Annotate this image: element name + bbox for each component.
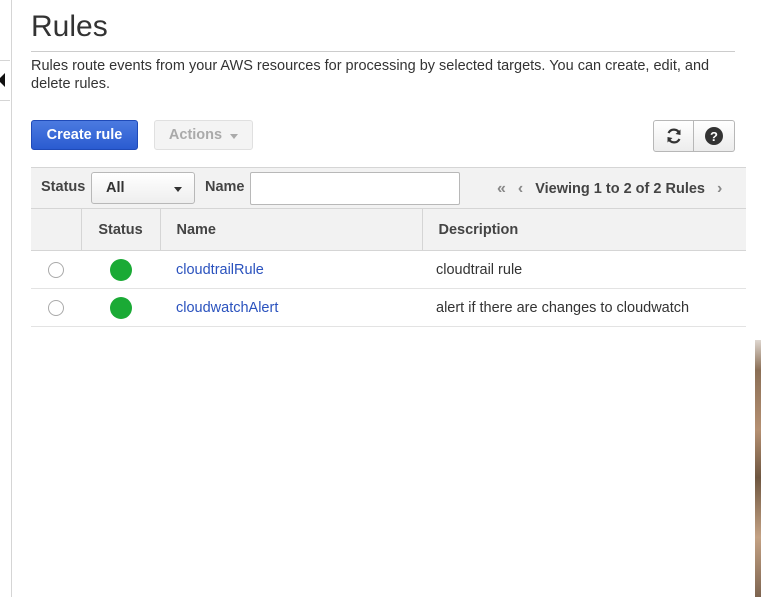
- row-select-radio[interactable]: [48, 299, 64, 316]
- help-button[interactable]: ?: [694, 120, 735, 152]
- filter-bar: Status All Name « ‹ Viewing 1 to 2 of 2 …: [31, 167, 746, 209]
- refresh-button[interactable]: [653, 120, 694, 152]
- pagination: « ‹ Viewing 1 to 2 of 2 Rules ›: [497, 179, 722, 199]
- table-row[interactable]: cloudwatchAlert alert if there are chang…: [31, 288, 746, 327]
- page-title: Rules: [31, 10, 108, 43]
- status-filter-select[interactable]: All: [91, 172, 195, 204]
- rule-name-link[interactable]: cloudwatchAlert: [176, 300, 278, 316]
- background-edge: [755, 0, 761, 597]
- pager-status-text: Viewing 1 to 2 of 2 Rules: [535, 181, 705, 197]
- name-filter-label: Name: [205, 179, 245, 195]
- rule-name-link[interactable]: cloudtrailRule: [176, 262, 264, 278]
- collapse-sidebar-icon[interactable]: [0, 73, 5, 87]
- create-rule-button[interactable]: Create rule: [31, 120, 138, 150]
- previous-page-icon[interactable]: ‹: [518, 180, 523, 198]
- first-page-icon[interactable]: «: [497, 180, 506, 198]
- title-divider: [31, 51, 735, 52]
- column-header-status[interactable]: Status: [81, 209, 161, 251]
- nav-rail-segment: [0, 0, 10, 61]
- caret-down-icon: [230, 133, 239, 139]
- status-enabled-icon: [109, 296, 132, 319]
- column-header-description[interactable]: Description: [422, 209, 746, 251]
- column-header-select: [31, 209, 82, 251]
- status-filter-label: Status: [41, 179, 86, 195]
- page-description: Rules route events from your AWS resourc…: [31, 58, 710, 92]
- actions-label: Actions: [168, 127, 223, 143]
- status-filter-value: All: [106, 180, 125, 196]
- rule-description: alert if there are changes to cloudwatch: [422, 288, 746, 327]
- column-header-name[interactable]: Name: [160, 209, 423, 251]
- table-header-row: Status Name Description: [31, 209, 746, 251]
- utility-button-group: ?: [653, 120, 735, 152]
- nav-rail-divider: [0, 100, 10, 101]
- row-select-radio[interactable]: [48, 261, 64, 278]
- name-filter-input[interactable]: [250, 172, 460, 205]
- status-enabled-icon: [109, 258, 132, 281]
- rules-table: Status Name Description cloudtrailRule c…: [31, 209, 746, 327]
- table-row[interactable]: cloudtrailRule cloudtrail rule: [31, 250, 746, 289]
- rule-description: cloudtrail rule: [422, 250, 746, 289]
- refresh-icon: [666, 128, 681, 144]
- next-page-icon[interactable]: ›: [717, 180, 722, 198]
- chevron-down-icon: [174, 187, 182, 192]
- left-navigation-rail: [0, 0, 12, 597]
- help-icon: ?: [705, 127, 723, 145]
- actions-dropdown-button[interactable]: Actions: [154, 120, 253, 150]
